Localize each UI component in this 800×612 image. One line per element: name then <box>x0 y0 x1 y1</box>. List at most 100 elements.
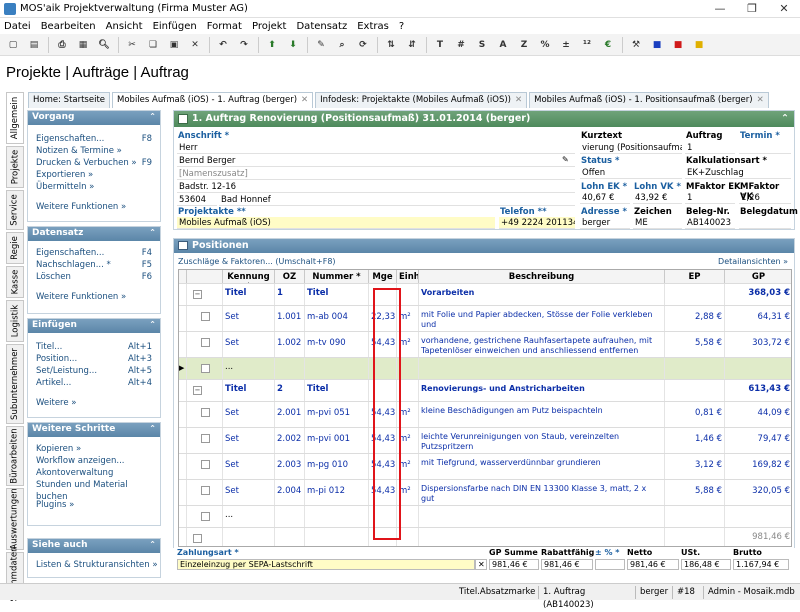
cell-nummer[interactable]: Titel <box>305 380 369 401</box>
menu-help[interactable]: ? <box>399 21 404 32</box>
zeichen-field[interactable]: ME <box>633 217 682 229</box>
sidebar-item-kopieren[interactable]: Kopieren » <box>28 443 160 455</box>
ort-field[interactable]: Bad Honnef <box>219 194 575 206</box>
node-icon[interactable] <box>201 364 210 373</box>
table-row[interactable]: ▶... <box>179 358 791 380</box>
calculation-icon[interactable]: ± <box>556 36 576 54</box>
search-icon[interactable]: ⌕ <box>332 36 352 54</box>
menu-datei[interactable]: Datei <box>4 21 31 32</box>
sidebar-item-nachschlagen[interactable]: Nachschlagen... * F5 <box>28 259 160 271</box>
node-icon[interactable] <box>201 512 210 521</box>
cell-nummer[interactable]: Titel <box>305 284 369 305</box>
prozent-field[interactable] <box>595 559 625 570</box>
table-row[interactable]: 981,46 € <box>179 528 791 546</box>
status-field[interactable]: Offen <box>580 167 682 179</box>
cell-ep[interactable]: 5,58 € <box>665 332 725 357</box>
node-icon[interactable] <box>201 486 210 495</box>
cell-kennung[interactable]: Set <box>223 332 275 357</box>
cell-oz[interactable]: 2.002 <box>275 428 305 453</box>
cell-gp[interactable]: 981,46 € <box>725 528 791 546</box>
more-link[interactable]: Weitere » <box>28 397 160 409</box>
col-nummer[interactable]: Nummer * <box>305 270 369 283</box>
sidebar-item-notizen[interactable]: Notizen & Termine » <box>28 145 160 157</box>
close-tab-icon[interactable]: ✕ <box>301 95 308 105</box>
table-row[interactable]: Set 2.001 m-pvi 051 54,43 m² kleine Beschädig… <box>179 402 791 428</box>
cell-ep[interactable] <box>665 358 725 379</box>
vtab-auswertungen[interactable]: Auswertungen <box>6 488 24 550</box>
table-row[interactable]: Set 2.003 m-pg 010 54,43 m² mit Tiefgrund, wa… <box>179 454 791 480</box>
table-row[interactable]: Set 1.001 m-ab 004 22,33 m² mit Folie und Pap… <box>179 306 791 332</box>
menu-einfuegen[interactable]: Einfügen <box>153 21 197 32</box>
vtab-logistik[interactable]: Logistik <box>6 300 24 342</box>
clear-icon[interactable]: ✕ <box>475 559 487 570</box>
print-preview-icon[interactable]: ▦ <box>73 36 93 54</box>
cell-nummer[interactable] <box>305 358 369 379</box>
cell-nummer[interactable]: m-tv 090 <box>305 332 369 357</box>
row-indicator[interactable] <box>179 332 187 357</box>
cell-oz[interactable]: 1 <box>275 284 305 305</box>
node-icon[interactable] <box>201 408 210 417</box>
row-indicator[interactable] <box>179 306 187 331</box>
row-indicator[interactable] <box>179 480 187 505</box>
cell-beschreibung[interactable]: mit Tiefgrund, wasserverdünnbar grundier… <box>419 454 665 479</box>
cell-ep[interactable]: 5,88 € <box>665 480 725 505</box>
cell-gp[interactable]: 169,82 € <box>725 454 791 479</box>
cell-kennung[interactable]: Titel <box>223 380 275 401</box>
cell-oz[interactable]: 1.001 <box>275 306 305 331</box>
cell-beschreibung[interactable]: leichte Verunreinigungen von Staub, vere… <box>419 428 665 453</box>
cell-gp[interactable] <box>725 506 791 527</box>
tab-infodesk[interactable]: Infodesk: Projektakte (Mobiles Aufmaß (i… <box>315 92 528 108</box>
cell-nummer[interactable]: m-pvi 051 <box>305 402 369 427</box>
sort-desc-icon[interactable]: ⇵ <box>402 36 422 54</box>
maximize-button[interactable]: ❐ <box>736 0 768 18</box>
copy-icon[interactable]: ❏ <box>143 36 163 54</box>
cell-ep[interactable] <box>665 506 725 527</box>
vtab-kasse[interactable]: Kasse <box>6 266 24 298</box>
detailansichten-link[interactable]: Detailansichten » <box>718 257 788 266</box>
tab-positionsaufmass[interactable]: Mobiles Aufmaß (iOS) - 1. Positionsaufma… <box>529 92 769 108</box>
projektakte-field[interactable]: Mobiles Aufmaß (iOS) <box>177 217 495 229</box>
lohn-vk-field[interactable]: 43,92 € <box>633 192 682 204</box>
vtab-service[interactable]: Service <box>6 190 24 230</box>
cell-gp[interactable]: 613,43 € <box>725 380 791 401</box>
cell-ep[interactable]: 1,46 € <box>665 428 725 453</box>
sidebar-item-listen[interactable]: Listen & Strukturansichten » <box>28 559 160 571</box>
cell-beschreibung[interactable]: kleine Beschädigungen am Putz beispachte… <box>419 402 665 427</box>
vtab-subunternehmer[interactable]: Subunternehmer <box>6 344 24 424</box>
collapse-icon[interactable]: − <box>193 386 202 395</box>
cell-kennung[interactable]: Set <box>223 306 275 331</box>
sidebar-item-workflow[interactable]: Workflow anzeigen... <box>28 455 160 467</box>
decimal-icon[interactable]: ¹² <box>577 36 597 54</box>
cell-beschreibung[interactable]: mit Folie und Papier abdecken, Stösse de… <box>419 306 665 331</box>
section-header[interactable]: Einfügen ⌃ <box>28 319 160 333</box>
kalkulationsart-field[interactable]: EK+Zuschlag <box>685 167 791 179</box>
cell-kennung[interactable]: ... <box>223 358 275 379</box>
sidebar-item-artikel[interactable]: Artikel... Alt+4 <box>28 377 160 389</box>
menu-datensatz[interactable]: Datensatz <box>296 21 347 32</box>
lohn-ek-field[interactable]: 40,67 € <box>580 192 630 204</box>
cell-beschreibung[interactable]: Vorarbeiten <box>419 284 665 305</box>
section-header[interactable]: Datensatz ⌃ <box>28 227 160 241</box>
lock-red-icon[interactable]: ■ <box>668 36 688 54</box>
cell-beschreibung[interactable] <box>419 506 665 527</box>
cell-kennung[interactable]: Set <box>223 402 275 427</box>
cell-nummer[interactable] <box>305 528 369 546</box>
undo-icon[interactable]: ↶ <box>213 36 233 54</box>
col-kennung[interactable]: Kennung * <box>223 270 275 283</box>
node-icon[interactable] <box>201 312 210 321</box>
minimize-button[interactable]: — <box>704 0 736 18</box>
sidebar-item-titel[interactable]: Titel... Alt+1 <box>28 341 160 353</box>
cell-oz[interactable]: 2.001 <box>275 402 305 427</box>
insert-article-button[interactable]: A <box>493 36 513 54</box>
namenszusatz-field[interactable]: [Namenszusatz] <box>177 168 575 180</box>
row-indicator[interactable] <box>179 528 187 546</box>
cut-icon[interactable]: ✂ <box>122 36 142 54</box>
cell-gp[interactable]: 79,47 € <box>725 428 791 453</box>
paste-icon[interactable]: ▣ <box>164 36 184 54</box>
cell-gp[interactable]: 303,72 € <box>725 332 791 357</box>
sidebar-item-exportieren[interactable]: Exportieren » <box>28 169 160 181</box>
cell-ep[interactable] <box>665 528 725 546</box>
move-up-icon[interactable]: ⬆ <box>262 36 282 54</box>
sidebar-item-loeschen[interactable]: Löschen F6 <box>28 271 160 283</box>
col-ep[interactable]: EP <box>665 270 725 283</box>
